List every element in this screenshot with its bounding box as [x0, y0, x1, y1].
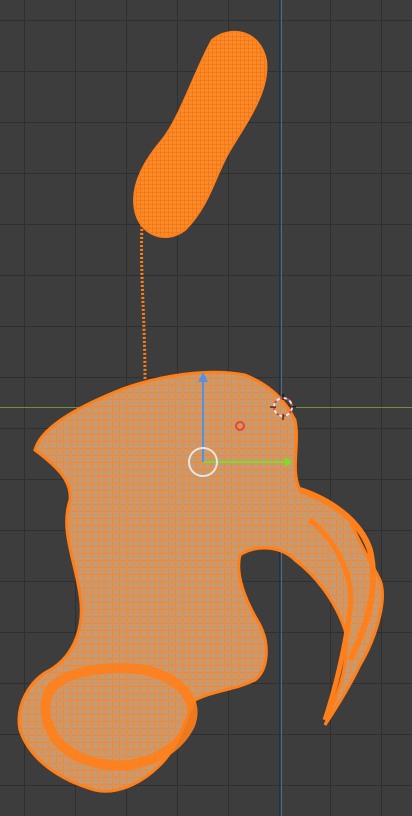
3d-cursor-icon[interactable] [0, 0, 412, 816]
3d-viewport[interactable] [0, 0, 412, 816]
